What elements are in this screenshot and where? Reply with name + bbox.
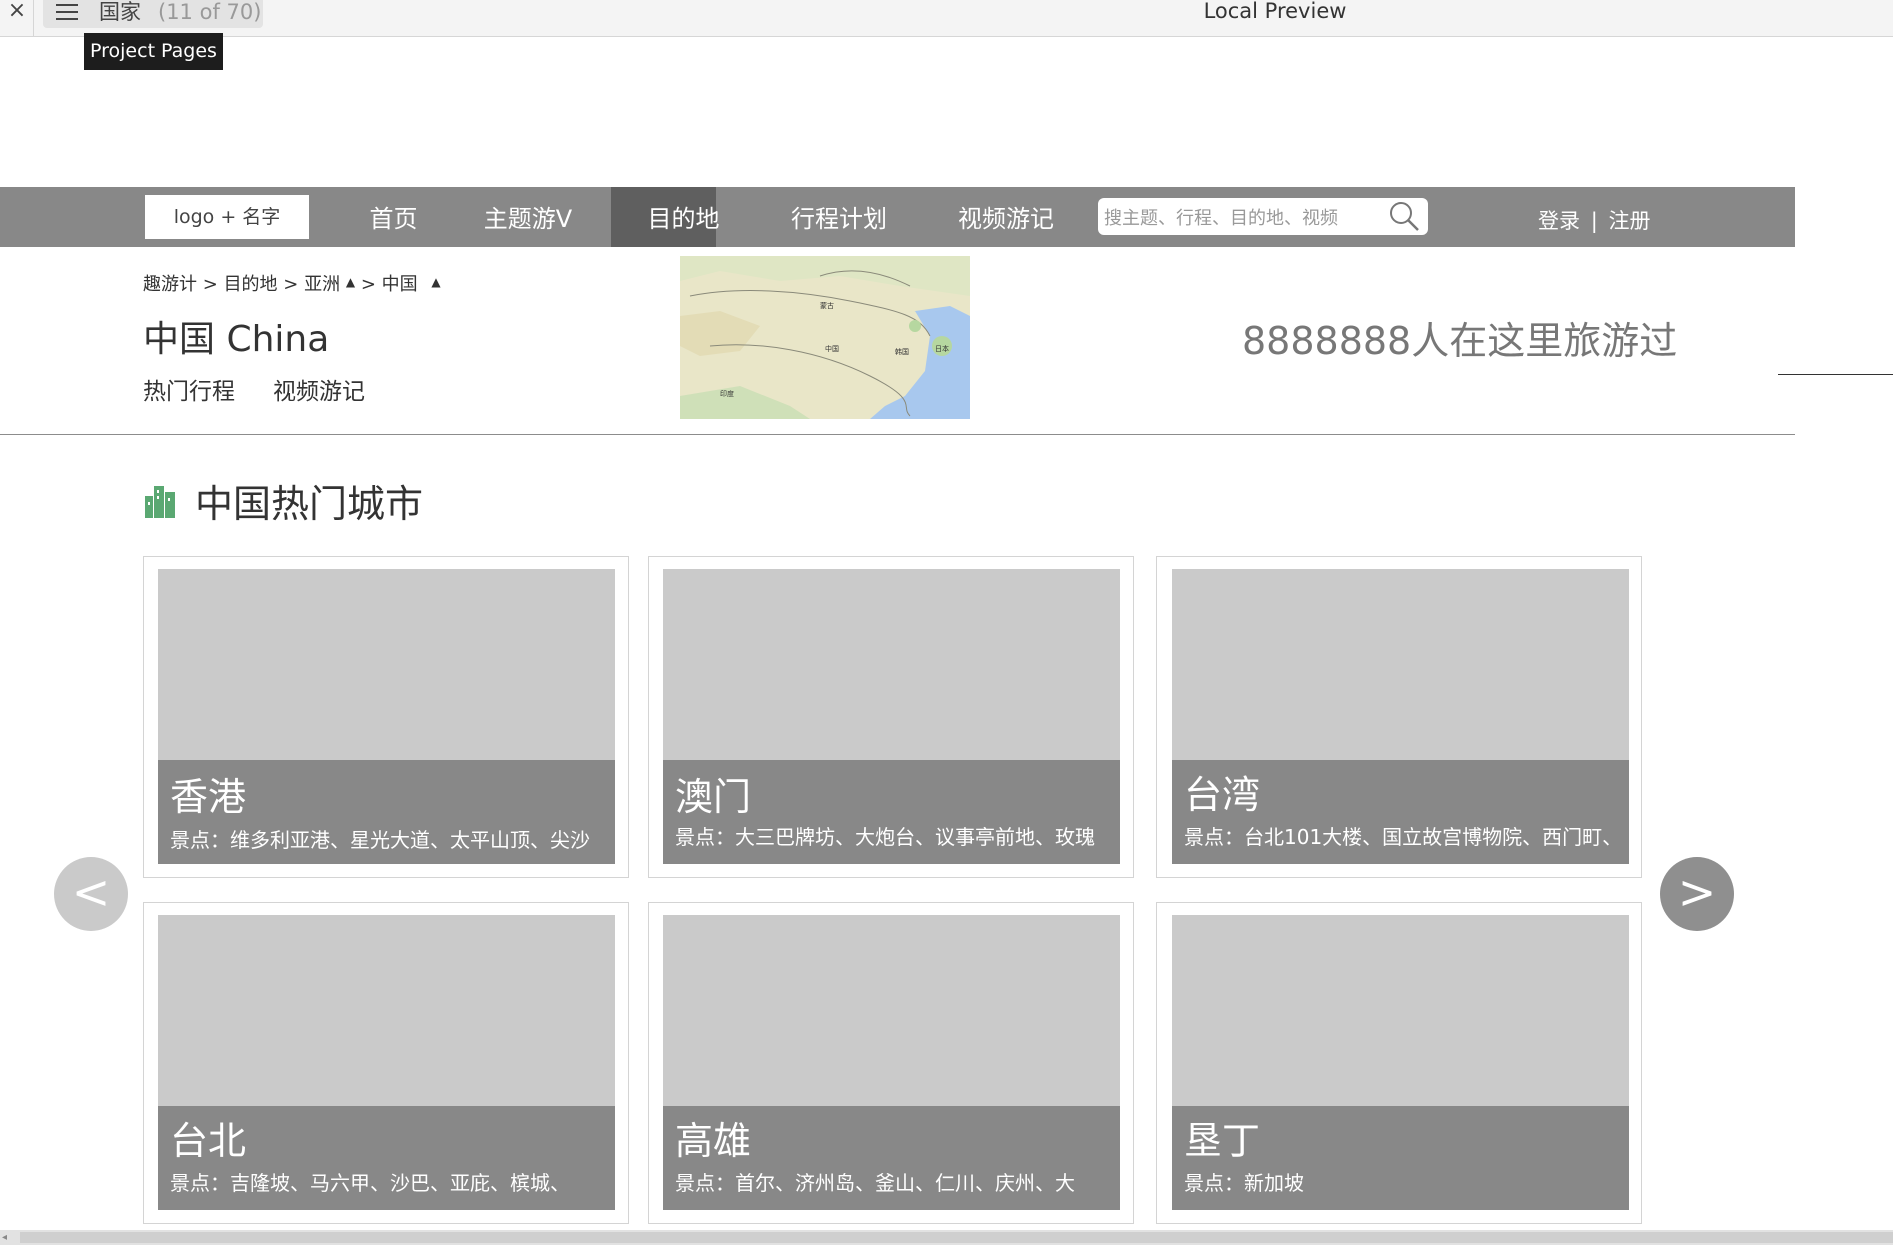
search-icon[interactable]: [1388, 200, 1420, 232]
nav-item-destinations[interactable]: 目的地: [611, 187, 756, 247]
map-label: 印度: [720, 389, 734, 398]
city-sights: 景点：大三巴牌坊、大炮台、议事亭前地、玫瑰: [675, 825, 1095, 849]
breadcrumb-separator: >: [202, 274, 218, 295]
divider: [1778, 374, 1893, 375]
breadcrumb-asia[interactable]: 亚洲: [304, 274, 340, 295]
breadcrumb-destinations[interactable]: 目的地: [224, 274, 278, 295]
nav-item-video-travelogue[interactable]: 视频游记: [947, 187, 1065, 247]
carousel-prev-button[interactable]: <: [54, 857, 128, 931]
city-sights: 景点：台北101大楼、国立故宫博物院、西门町、: [1184, 825, 1614, 849]
city-sights: 景点：新加坡: [1184, 1171, 1304, 1195]
city-name[interactable]: 台湾: [1184, 772, 1260, 818]
caret-up-icon[interactable]: ▲: [346, 275, 355, 289]
visitor-count: 8888888人在这里旅游过: [1242, 319, 1678, 363]
close-icon[interactable]: ×: [4, 0, 30, 24]
preview-toolbar: [0, 0, 1893, 37]
map-image: 蒙古 中国 印度 日本 韩国: [680, 256, 970, 419]
city-image[interactable]: [158, 915, 615, 1106]
page-count: (11 of 70): [158, 0, 262, 24]
map-label: 韩国: [895, 347, 909, 356]
city-image[interactable]: [663, 569, 1120, 760]
city-name[interactable]: 台北: [170, 1118, 246, 1164]
carousel-next-button[interactable]: >: [1660, 857, 1734, 931]
auth-links: 登录 | 注册: [1538, 187, 1650, 247]
breadcrumb-china[interactable]: 中国: [382, 274, 418, 295]
city-sights: 景点：吉隆坡、马六甲、沙巴、亚庇、槟城、: [170, 1171, 570, 1195]
city-name[interactable]: 澳门: [675, 774, 751, 820]
site-logo[interactable]: logo + 名字: [145, 195, 309, 239]
current-page-name[interactable]: 国家: [99, 0, 141, 24]
city-image[interactable]: [1172, 569, 1629, 760]
city-sights: 景点：维多利亚港、星光大道、太平山顶、尖沙: [170, 828, 590, 852]
preview-title: Local Preview: [1203, 0, 1347, 23]
country-map: 蒙古 中国 印度 日本 韩国: [680, 256, 970, 419]
scrollbar-thumb[interactable]: [20, 1232, 1893, 1243]
breadcrumb-separator: >: [360, 274, 376, 295]
breadcrumb-home[interactable]: 趣游计: [143, 274, 197, 295]
city-sights: 景点：首尔、济州岛、釜山、仁川、庆州、大: [675, 1171, 1075, 1195]
city-name[interactable]: 高雄: [675, 1118, 751, 1164]
search-placeholder: 搜主题、行程、目的地、视频: [1104, 208, 1338, 229]
city-image[interactable]: [663, 915, 1120, 1106]
city-name[interactable]: 香港: [170, 774, 246, 820]
header-divider: [0, 434, 1795, 435]
map-label: 日本: [935, 344, 949, 353]
city-image[interactable]: [158, 569, 615, 760]
toolbar-divider: [33, 0, 34, 36]
video-travelogue-link[interactable]: 视频游记: [273, 376, 365, 408]
city-name[interactable]: 垦丁: [1184, 1118, 1260, 1164]
nav-item-home[interactable]: 首页: [356, 187, 431, 247]
tooltip: Project Pages: [84, 33, 223, 70]
register-link[interactable]: 注册: [1608, 209, 1650, 233]
map-label: 蒙古: [820, 301, 834, 310]
breadcrumb: 趣游计 > 目的地 > 亚洲 ▲ > 中国 ▲: [143, 270, 441, 297]
page-title: 中国 China: [143, 319, 330, 360]
scroll-left-icon[interactable]: ◂: [2, 1230, 16, 1245]
hot-itineraries-link[interactable]: 热门行程: [143, 376, 235, 408]
auth-separator: |: [1590, 209, 1598, 233]
caret-up-icon[interactable]: ▲: [431, 275, 440, 289]
breadcrumb-separator: >: [283, 274, 299, 295]
city-image[interactable]: [1172, 915, 1629, 1106]
nav-item-itinerary[interactable]: 行程计划: [780, 187, 898, 247]
city-buildings-icon: [145, 486, 175, 518]
section-title: 中国热门城市: [195, 482, 424, 526]
nav-item-theme-tours[interactable]: 主题游V: [478, 187, 578, 247]
login-link[interactable]: 登录: [1538, 209, 1580, 233]
menu-icon[interactable]: [56, 4, 78, 22]
map-label: 中国: [825, 344, 839, 353]
